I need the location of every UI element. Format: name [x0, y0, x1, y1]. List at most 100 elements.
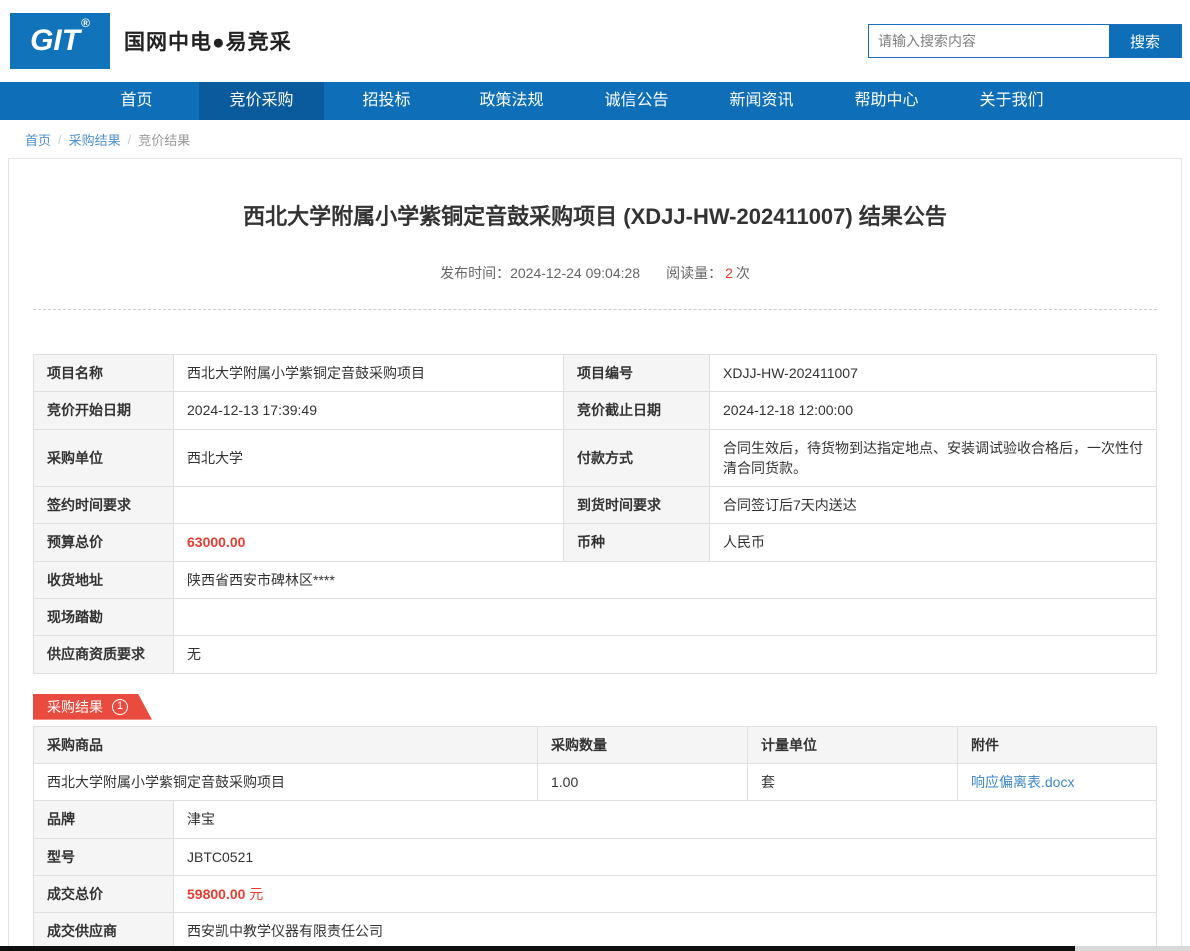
info-value: 人民币 [710, 524, 1157, 561]
breadcrumb: 首页 / 采购结果 / 竞价结果 [0, 120, 1190, 158]
info-label: 竞价开始日期 [34, 392, 174, 429]
detail-value-deal-price: 59800.00 元 [174, 875, 1157, 912]
budget-total-price: 63000.00 [187, 534, 245, 550]
column-header-unit: 计量单位 [748, 726, 958, 763]
info-label: 收货地址 [34, 561, 174, 598]
result-detail-row: 型号 JBTC0521 [34, 838, 1157, 875]
column-header-attachment: 附件 [958, 726, 1157, 763]
result-badge-label: 采购结果 [47, 697, 103, 717]
nav-item-help-center[interactable]: 帮助中心 [824, 82, 949, 120]
info-value-budget-total: 63000.00 [174, 524, 564, 561]
bottom-edge-strip-right [1075, 946, 1190, 951]
views-count: 2 [725, 265, 733, 281]
breadcrumb-separator: / [128, 132, 132, 147]
info-label: 供应商资质要求 [34, 636, 174, 673]
detail-value: JBTC0521 [174, 838, 1157, 875]
info-value: 陕西省西安市碑林区**** [174, 561, 1157, 598]
info-row: 采购单位 西北大学 付款方式 合同生效后，待货物到达指定地点、安装调试验收合格后… [34, 429, 1157, 487]
info-label: 签约时间要求 [34, 487, 174, 524]
nav-item-home[interactable]: 首页 [74, 82, 199, 120]
info-row: 预算总价 63000.00 币种 人民币 [34, 524, 1157, 561]
info-row: 项目名称 西北大学附属小学紫铜定音鼓采购项目 项目编号 XDJJ-HW-2024… [34, 355, 1157, 392]
deal-total-price: 59800.00 [187, 886, 245, 902]
breadcrumb-link-purchase-results[interactable]: 采购结果 [69, 130, 121, 149]
product-unit: 套 [748, 763, 958, 800]
info-value: 西北大学附属小学紫铜定音鼓采购项目 [174, 355, 564, 392]
breadcrumb-link-home[interactable]: 首页 [25, 130, 51, 149]
site-logo: GIT® [10, 13, 110, 69]
attachment-link[interactable]: 响应偏离表.docx [971, 774, 1074, 790]
result-product-row: 西北大学附属小学紫铜定音鼓采购项目 1.00 套 响应偏离表.docx [34, 763, 1157, 800]
result-badge-row: 采购结果 1 [33, 694, 1157, 720]
info-value: XDJJ-HW-202411007 [710, 355, 1157, 392]
logo-text: GIT [30, 13, 80, 69]
result-badge: 采购结果 1 [33, 694, 152, 720]
info-value: 2024-12-18 12:00:00 [710, 392, 1157, 429]
detail-value: 津宝 [174, 801, 1157, 838]
project-info-table: 项目名称 西北大学附属小学紫铜定音鼓采购项目 项目编号 XDJJ-HW-2024… [33, 354, 1157, 674]
info-row: 竞价开始日期 2024-12-13 17:39:49 竞价截止日期 2024-1… [34, 392, 1157, 429]
info-value: 西北大学 [174, 429, 564, 487]
registered-trademark-icon: ® [81, 13, 90, 33]
column-header-quantity: 采购数量 [538, 726, 748, 763]
info-value [174, 599, 1157, 636]
info-value: 合同签订后7天内送达 [710, 487, 1157, 524]
detail-label: 成交供应商 [34, 913, 174, 950]
info-label: 现场踏勘 [34, 599, 174, 636]
nav-item-bidding-purchase[interactable]: 竞价采购 [199, 82, 324, 120]
search-box: 搜索 [868, 24, 1182, 58]
info-row: 现场踏勘 [34, 599, 1157, 636]
dashed-divider [33, 309, 1157, 310]
deal-price-unit: 元 [249, 886, 263, 902]
publish-time: 2024-12-24 09:04:28 [510, 265, 640, 281]
info-value [174, 487, 564, 524]
detail-label: 成交总价 [34, 875, 174, 912]
nav-item-news[interactable]: 新闻资讯 [699, 82, 824, 120]
info-value: 无 [174, 636, 1157, 673]
search-input[interactable] [869, 25, 1109, 57]
views-label: 阅读量： [666, 265, 722, 281]
result-detail-row: 成交总价 59800.00 元 [34, 875, 1157, 912]
site-name: 国网中电●易竞采 [124, 26, 292, 56]
info-value: 2024-12-13 17:39:49 [174, 392, 564, 429]
nav-item-policy[interactable]: 政策法规 [449, 82, 574, 120]
info-label: 到货时间要求 [564, 487, 710, 524]
result-header-row: 采购商品 采购数量 计量单位 附件 [34, 726, 1157, 763]
column-header-product: 采购商品 [34, 726, 538, 763]
search-button[interactable]: 搜索 [1109, 25, 1181, 57]
detail-label: 品牌 [34, 801, 174, 838]
views-unit: 次 [736, 265, 750, 281]
purchase-result-table: 采购商品 采购数量 计量单位 附件 西北大学附属小学紫铜定音鼓采购项目 1.00… [33, 726, 1157, 951]
breadcrumb-separator: / [58, 132, 62, 147]
nav-item-tender[interactable]: 招投标 [324, 82, 449, 120]
info-row: 签约时间要求 到货时间要求 合同签订后7天内送达 [34, 487, 1157, 524]
publish-time-label: 发布时间： [440, 265, 510, 281]
info-label: 付款方式 [564, 429, 710, 487]
top-header: GIT® 国网中电●易竞采 搜索 [0, 0, 1190, 82]
info-label: 竞价截止日期 [564, 392, 710, 429]
product-attachment-cell: 响应偏离表.docx [958, 763, 1157, 800]
info-label: 项目名称 [34, 355, 174, 392]
result-badge-count: 1 [112, 699, 128, 715]
bottom-edge-strip [0, 946, 1075, 951]
breadcrumb-current: 竞价结果 [138, 130, 190, 149]
product-quantity: 1.00 [538, 763, 748, 800]
info-value: 合同生效后，待货物到达指定地点、安装调试验收合格后，一次性付清合同货款。 [710, 429, 1157, 487]
announcement-panel: 西北大学附属小学紫铜定音鼓采购项目 (XDJJ-HW-202411007) 结果… [8, 158, 1182, 951]
result-detail-row: 品牌 津宝 [34, 801, 1157, 838]
info-row: 收货地址 陕西省西安市碑林区**** [34, 561, 1157, 598]
info-label: 项目编号 [564, 355, 710, 392]
result-detail-row: 成交供应商 西安凯中教学仪器有限责任公司 [34, 913, 1157, 950]
detail-label: 型号 [34, 838, 174, 875]
info-label: 采购单位 [34, 429, 174, 487]
nav-item-about-us[interactable]: 关于我们 [949, 82, 1074, 120]
page-title: 西北大学附属小学紫铜定音鼓采购项目 (XDJJ-HW-202411007) 结果… [33, 199, 1157, 231]
main-nav: 首页 竞价采购 招投标 政策法规 诚信公告 新闻资讯 帮助中心 关于我们 [0, 82, 1190, 120]
info-label: 币种 [564, 524, 710, 561]
product-name: 西北大学附属小学紫铜定音鼓采购项目 [34, 763, 538, 800]
info-row: 供应商资质要求 无 [34, 636, 1157, 673]
article-meta: 发布时间：2024-12-24 09:04:28 阅读量：2次 [33, 263, 1157, 283]
nav-item-integrity-notice[interactable]: 诚信公告 [574, 82, 699, 120]
detail-value: 西安凯中教学仪器有限责任公司 [174, 913, 1157, 950]
info-label: 预算总价 [34, 524, 174, 561]
